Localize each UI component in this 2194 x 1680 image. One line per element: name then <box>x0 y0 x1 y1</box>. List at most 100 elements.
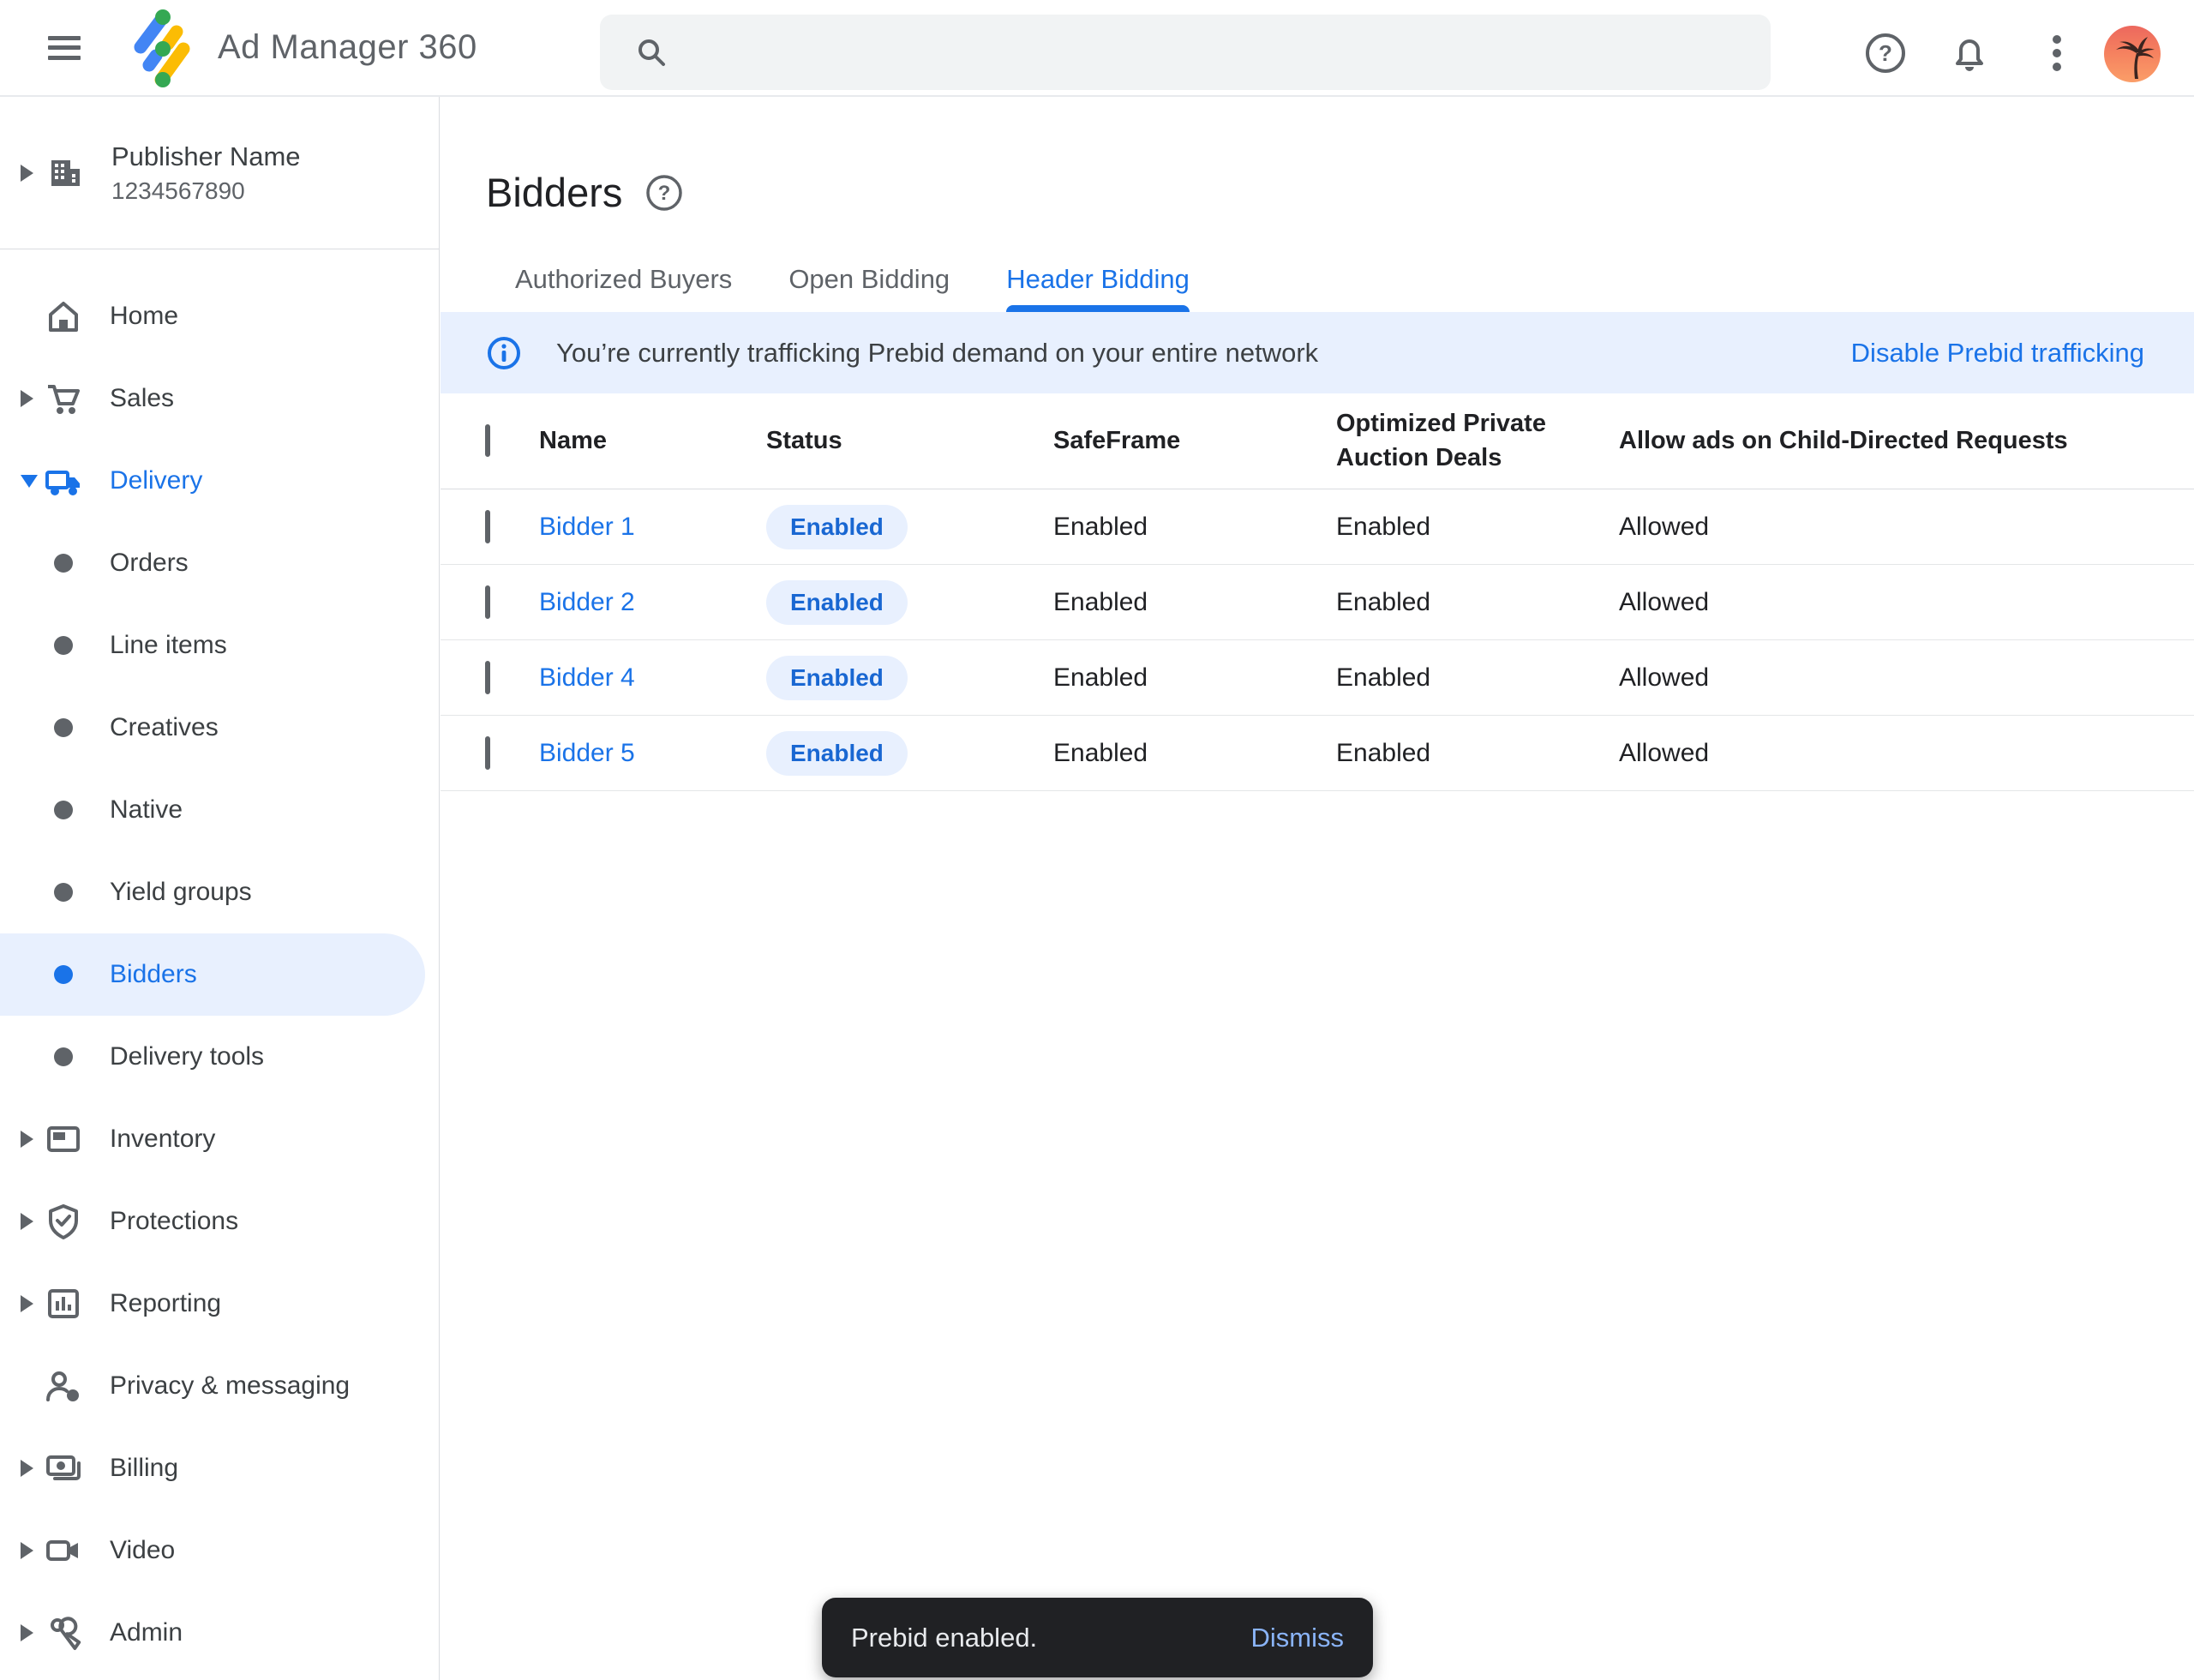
search-bar[interactable] <box>600 15 1771 90</box>
home-icon <box>45 297 82 335</box>
sidebar-item-home[interactable]: Home <box>0 275 439 357</box>
opad-value: Enabled <box>1336 588 1619 617</box>
bullet-icon <box>45 718 82 737</box>
page-header: Bidders ? <box>441 97 2194 216</box>
banner-message: You’re currently trafficking Prebid dema… <box>556 338 1318 369</box>
cart-icon <box>45 380 82 417</box>
sidebar-item-native[interactable]: Native <box>0 769 439 851</box>
sidebar-item-sales[interactable]: Sales <box>0 357 439 440</box>
opad-value: Enabled <box>1336 739 1619 768</box>
table-row: Bidder 1 Enabled Enabled Enabled Allowed <box>441 489 2194 565</box>
sidebar-item-privacy-messaging[interactable]: Privacy & messaging <box>0 1345 439 1427</box>
status-badge: Enabled <box>766 580 908 625</box>
expand-arrow-icon <box>21 390 45 407</box>
expand-arrow-icon <box>21 1213 45 1230</box>
page-title: Bidders <box>486 169 622 216</box>
sidebar: Publisher Name 1234567890 Home Sales <box>0 97 440 1680</box>
row-checkbox[interactable] <box>485 510 490 543</box>
main-content: Bidders ? Authorized Buyers Open Bidding… <box>441 97 2194 1680</box>
tab-header-bidding[interactable]: Header Bidding <box>1006 264 1190 312</box>
sidebar-item-creatives[interactable]: Creatives <box>0 687 439 769</box>
column-header-status[interactable]: Status <box>766 424 1053 458</box>
account-avatar[interactable] <box>2104 26 2161 82</box>
sidebar-item-delivery-tools[interactable]: Delivery tools <box>0 1016 439 1098</box>
expand-arrow-icon <box>21 1542 45 1559</box>
column-header-safeframe[interactable]: SafeFrame <box>1053 424 1336 458</box>
wrench-icon <box>45 1614 82 1652</box>
page-help-icon[interactable]: ? <box>644 173 684 213</box>
bullet-icon <box>45 1047 82 1066</box>
row-checkbox[interactable] <box>485 585 490 619</box>
snackbar: Prebid enabled. Dismiss <box>822 1598 1373 1677</box>
sidebar-item-bidders[interactable]: Bidders <box>0 933 425 1016</box>
status-badge: Enabled <box>766 656 908 700</box>
opad-value: Enabled <box>1336 663 1619 693</box>
svg-text:?: ? <box>1879 40 1892 66</box>
row-checkbox[interactable] <box>485 661 490 694</box>
bidder-link[interactable]: Bidder 4 <box>539 663 766 693</box>
child-directed-value: Allowed <box>1619 588 2194 617</box>
bullet-icon <box>45 636 82 655</box>
row-checkbox[interactable] <box>485 736 490 770</box>
disable-prebid-trafficking-link[interactable]: Disable Prebid trafficking <box>1851 338 2144 369</box>
billing-icon <box>45 1449 82 1487</box>
dismiss-button[interactable]: Dismiss <box>1251 1623 1345 1653</box>
building-icon <box>45 153 86 193</box>
product-name: Ad Manager 360 <box>218 28 477 67</box>
shield-check-icon <box>45 1203 82 1240</box>
status-badge: Enabled <box>766 505 908 549</box>
top-app-bar: Ad Manager 360 ? <box>0 0 2194 97</box>
publisher-info: Publisher Name 1234567890 <box>111 141 301 205</box>
column-header-name[interactable]: Name <box>539 424 766 458</box>
safeframe-value: Enabled <box>1053 513 1336 542</box>
tab-bar: Authorized Buyers Open Bidding Header Bi… <box>441 264 2194 312</box>
publisher-id: 1234567890 <box>111 177 301 205</box>
inventory-icon <box>45 1120 82 1158</box>
sidebar-item-admin[interactable]: Admin <box>0 1592 439 1674</box>
sidebar-item-orders[interactable]: Orders <box>0 522 439 604</box>
tab-open-bidding[interactable]: Open Bidding <box>788 264 950 312</box>
menu-icon[interactable] <box>48 36 81 60</box>
bullet-icon <box>45 801 82 819</box>
search-input[interactable] <box>696 37 1745 69</box>
status-badge: Enabled <box>766 731 908 776</box>
help-icon[interactable]: ? <box>1863 31 1908 75</box>
child-directed-value: Allowed <box>1619 513 2194 542</box>
child-directed-value: Allowed <box>1619 663 2194 693</box>
table-row: Bidder 4 Enabled Enabled Enabled Allowed <box>441 640 2194 716</box>
bidder-link[interactable]: Bidder 2 <box>539 588 766 617</box>
bullet-icon <box>45 554 82 573</box>
sidebar-item-delivery[interactable]: Delivery <box>0 440 439 522</box>
column-header-optimized-private-auction-deals[interactable]: Optimized Private Auction Deals <box>1336 407 1619 474</box>
ad-manager-logo-icon <box>127 8 194 88</box>
sidebar-item-line-items[interactable]: Line items <box>0 604 439 687</box>
search-icon <box>632 33 670 71</box>
safeframe-value: Enabled <box>1053 663 1336 693</box>
bullet-icon <box>45 883 82 902</box>
sidebar-item-protections[interactable]: Protections <box>0 1180 439 1263</box>
more-options-icon[interactable] <box>2035 31 2079 75</box>
bullet-icon <box>45 965 82 984</box>
sidebar-item-inventory[interactable]: Inventory <box>0 1098 439 1180</box>
collapse-arrow-icon <box>21 475 45 488</box>
snackbar-message: Prebid enabled. <box>851 1623 1037 1653</box>
sidebar-item-billing[interactable]: Billing <box>0 1427 439 1509</box>
sidebar-item-video[interactable]: Video <box>0 1509 439 1592</box>
bidder-link[interactable]: Bidder 5 <box>539 739 766 768</box>
tab-authorized-buyers[interactable]: Authorized Buyers <box>515 264 732 312</box>
table-header: Name Status SafeFrame Optimized Private … <box>441 393 2194 489</box>
publisher-selector[interactable]: Publisher Name 1234567890 <box>0 97 439 249</box>
safeframe-value: Enabled <box>1053 739 1336 768</box>
expand-arrow-icon <box>21 1131 45 1148</box>
sidebar-item-reporting[interactable]: Reporting <box>0 1263 439 1345</box>
bidder-link[interactable]: Bidder 1 <box>539 513 766 542</box>
expand-arrow-icon <box>21 165 45 182</box>
select-all-checkbox[interactable] <box>485 424 490 457</box>
person-shield-icon <box>45 1367 82 1405</box>
sidebar-item-yield-groups[interactable]: Yield groups <box>0 851 439 933</box>
column-header-child-directed[interactable]: Allow ads on Child-Directed Requests <box>1619 424 2194 458</box>
child-directed-value: Allowed <box>1619 739 2194 768</box>
expand-arrow-icon <box>21 1295 45 1312</box>
expand-arrow-icon <box>21 1624 45 1641</box>
notifications-icon[interactable] <box>1947 31 1992 75</box>
